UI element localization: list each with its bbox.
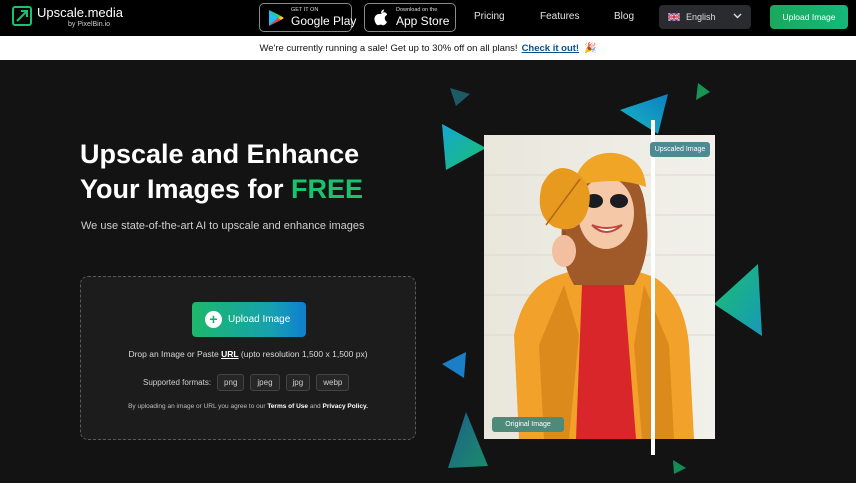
format-chip-jpg: jpg [285, 374, 311, 391]
triangle-decor-6 [442, 352, 466, 378]
google-play-small: GET IT ON [291, 7, 319, 14]
drop-prefix: Drop an Image or Paste [128, 349, 222, 359]
plus-icon: + [205, 311, 222, 328]
format-chip-jpeg: jpeg [250, 374, 280, 391]
language-label: English [686, 12, 716, 22]
logo[interactable]: Upscale.media by PixelBin.io [12, 4, 123, 28]
triangle-decor-5 [714, 264, 762, 336]
hero-subtitle: We use state-of-the-art AI to upscale an… [81, 220, 365, 232]
terms-of-use-link[interactable]: Terms of Use [267, 403, 308, 410]
upscaled-image-label: Upscaled Image [650, 142, 710, 157]
privacy-policy-link[interactable]: Privacy Policy. [322, 403, 367, 410]
google-play-badge[interactable]: GET IT ON Google Play [259, 3, 356, 32]
banner-text: We're currently running a sale! Get up t… [259, 42, 518, 54]
upload-dropzone[interactable]: + Upload Image Drop an Image or Paste UR… [80, 276, 416, 440]
terms-prefix: By uploading an image or URL you agree t… [128, 403, 268, 410]
uk-flag-icon [668, 13, 680, 21]
hero-title: Upscale and Enhance Your Images for FREE [80, 137, 363, 207]
formats-label: Supported formats: [143, 378, 212, 387]
party-icon: 🎉 [584, 42, 597, 54]
chevron-down-icon [733, 13, 742, 19]
app-store-small: Download on the [396, 7, 438, 14]
hero-title-free: FREE [291, 174, 364, 204]
drop-instructions: Drop an Image or Paste URL (upto resolut… [81, 349, 415, 359]
nav-link-features[interactable]: Features [540, 11, 579, 22]
google-play-big: Google Play [291, 13, 357, 28]
language-select[interactable]: English [659, 5, 751, 29]
top-navbar: Upscale.media by PixelBin.io GET IT ON G… [0, 0, 856, 36]
google-play-icon [269, 9, 284, 26]
triangle-decor-1 [450, 88, 470, 106]
app-store-badge[interactable]: Download on the App Store [364, 3, 456, 32]
hero-title-line2: Your Images for [80, 174, 292, 204]
upload-image-button[interactable]: + Upload Image [192, 302, 306, 337]
upload-button-label: Upload Image [228, 314, 291, 325]
format-chip-webp: webp [316, 374, 350, 391]
before-after-image [484, 135, 715, 439]
banner-link[interactable]: Check it out! [522, 43, 580, 54]
terms-notice: By uploading an image or URL you agree t… [81, 403, 415, 410]
logo-icon [12, 6, 32, 26]
comparison-slider-handle[interactable] [651, 120, 655, 455]
format-chip-png: png [217, 374, 245, 391]
triangle-decor-2 [696, 83, 710, 100]
logo-subtitle: by PixelBin.io [68, 21, 111, 28]
drop-suffix: (upto resolution 1,500 x 1,500 px) [238, 349, 368, 359]
hero-title-line1: Upscale and Enhance [80, 139, 360, 169]
paste-url-link[interactable]: URL [221, 349, 238, 359]
app-store-big: App Store [396, 13, 450, 28]
sale-banner: We're currently running a sale! Get up t… [0, 36, 856, 60]
terms-mid: and [308, 403, 323, 410]
supported-formats: Supported formats: png jpeg jpg webp [143, 374, 350, 391]
triangle-decor-8 [673, 460, 686, 474]
triangle-decor-3 [620, 94, 668, 134]
original-image-label: Original Image [492, 417, 564, 432]
logo-name: Upscale.media [37, 5, 123, 20]
nav-link-pricing[interactable]: Pricing [474, 11, 505, 22]
apple-icon [374, 9, 387, 25]
nav-upload-button[interactable]: Upload Image [770, 5, 848, 29]
triangle-decor-4 [442, 124, 486, 170]
nav-link-blog[interactable]: Blog [614, 11, 634, 22]
